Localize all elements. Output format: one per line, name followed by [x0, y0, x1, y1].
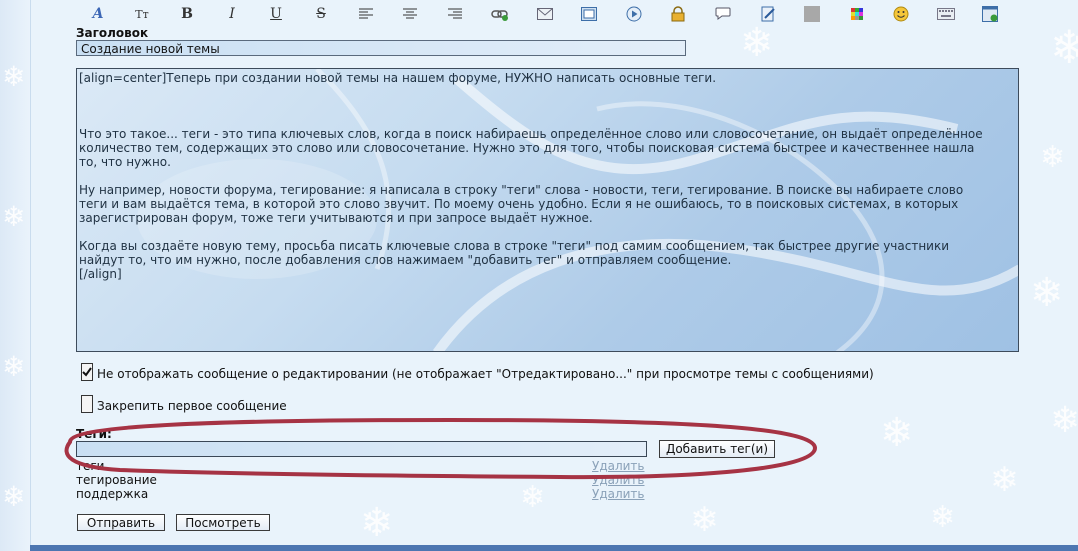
snowflake-icon: ❄ [1030, 270, 1064, 316]
message-textarea[interactable]: [align=center]Теперь при создании новой … [76, 68, 1019, 352]
snowflake-icon: ❄ [360, 500, 394, 546]
snowflake-icon: ❄ [690, 500, 719, 540]
tag-delete-link[interactable]: Удалить [592, 459, 645, 473]
submit-button[interactable]: Отправить [77, 514, 165, 531]
snowflake-icon: ❄ [1040, 140, 1066, 175]
add-tags-button[interactable]: Добавить тег(и) [659, 440, 775, 458]
snowflake-icon: ❄ [990, 460, 1019, 500]
title-label: Заголовок [76, 26, 149, 40]
link-icon[interactable] [490, 4, 510, 24]
snowflake-icon: ❄ [880, 410, 914, 456]
document-edit-icon[interactable] [758, 4, 778, 24]
editor-toolbar: A Tт B I U S [80, 4, 1020, 24]
bottom-divider-bar [30, 545, 1078, 551]
message-text: [align=center]Теперь при создании новой … [79, 71, 983, 281]
tags-input[interactable] [76, 441, 647, 457]
tag-item-name: теги [76, 459, 105, 473]
insert-window-icon[interactable] [980, 4, 1000, 24]
keyboard-icon[interactable] [936, 4, 956, 24]
snowflake-icon: ❄ [520, 480, 546, 515]
lock-icon[interactable] [668, 4, 688, 24]
tag-delete-link[interactable]: Удалить [592, 473, 645, 487]
hide-edit-notice-checkbox[interactable] [81, 363, 93, 381]
snowflake-icon: ❄ [2, 60, 26, 93]
snowflake-icon: ❄ [2, 350, 26, 383]
pin-first-post-label: Закрепить первое сообщение [97, 399, 287, 413]
font-style-icon[interactable]: A [88, 4, 108, 24]
smiley-icon[interactable] [891, 4, 911, 24]
bold-icon[interactable]: B [177, 4, 197, 24]
align-left-icon[interactable] [356, 4, 376, 24]
font-size-icon[interactable]: Tт [132, 4, 152, 24]
email-icon[interactable] [535, 4, 555, 24]
align-center-icon[interactable] [400, 4, 420, 24]
media-play-icon[interactable] [624, 4, 644, 24]
snowflake-icon: ❄ [2, 480, 26, 513]
snowflake-icon: ❄ [1050, 400, 1078, 441]
snowflake-icon: ❄ [1050, 20, 1078, 74]
strikethrough-icon[interactable]: S [311, 4, 331, 24]
preview-button[interactable]: Посмотреть [176, 514, 270, 531]
hide-edit-notice-label: Не отображать сообщение о редактировании… [97, 367, 874, 381]
title-input[interactable]: Создание новой темы [76, 40, 686, 56]
tags-label: Теги: [76, 427, 112, 441]
snowflake-icon: ❄ [2, 200, 26, 233]
speech-bubble-icon[interactable] [713, 4, 733, 24]
snowflake-icon: ❄ [740, 20, 774, 66]
italic-icon[interactable]: I [222, 4, 242, 24]
image-icon[interactable] [579, 4, 599, 24]
snowflake-icon: ❄ [930, 500, 956, 535]
underline-icon[interactable]: U [266, 4, 286, 24]
color-swatch-icon[interactable] [802, 4, 822, 24]
tag-item-name: тегирование [76, 473, 157, 487]
pin-first-post-checkbox[interactable] [81, 395, 93, 413]
tag-delete-link[interactable]: Удалить [592, 487, 645, 501]
tag-item-name: поддержка [76, 487, 149, 501]
align-right-icon[interactable] [445, 4, 465, 24]
color-palette-icon[interactable] [847, 4, 867, 24]
